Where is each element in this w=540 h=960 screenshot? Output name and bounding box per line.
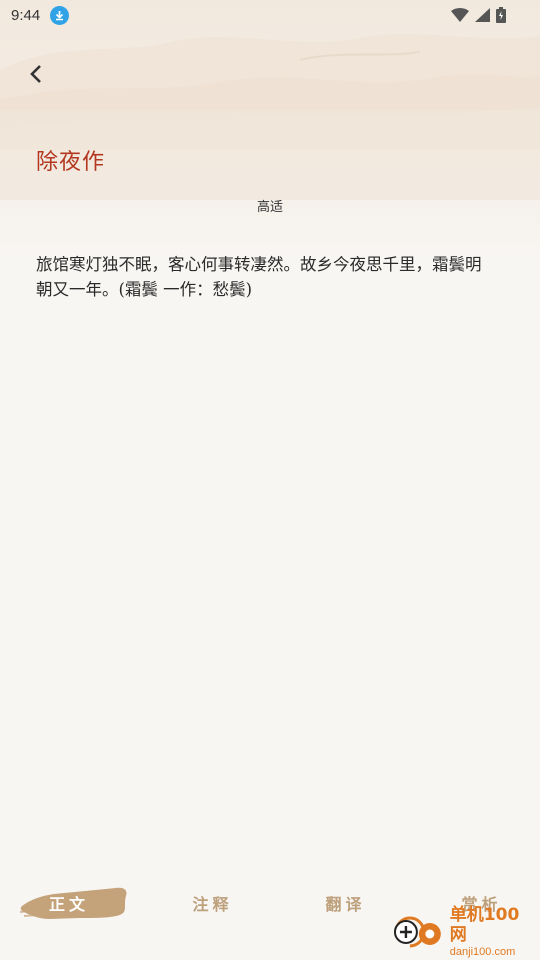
battery-icon xyxy=(496,7,506,23)
poem-body: 旅馆寒灯独不眠，客心何事转凄然。故乡今夜思千里，霜鬓明朝又一年。(霜鬓 一作：愁… xyxy=(36,255,482,299)
back-button[interactable] xyxy=(22,60,50,88)
tab-label-text: 正文 xyxy=(48,895,89,914)
watermark-text: 单机100网 danji100.com xyxy=(450,905,536,959)
download-icon xyxy=(50,5,70,25)
poem-author: 高适 xyxy=(256,200,283,215)
wifi-icon xyxy=(451,8,469,22)
watermark-en: danji100.com xyxy=(449,946,516,958)
tab-text[interactable]: 正文 xyxy=(20,878,127,928)
status-bar: 9:44 xyxy=(0,0,540,30)
watermark-cn: 单机100网 xyxy=(449,905,520,945)
poem-title: 除夜作 xyxy=(36,150,106,175)
tab-label-notes: 注释 xyxy=(192,895,233,914)
tab-label-translation: 翻译 xyxy=(325,895,366,914)
status-time: 9:44 xyxy=(11,6,41,24)
status-right xyxy=(451,7,540,23)
site-watermark: 单机100网 danji100.com xyxy=(386,905,536,959)
signal-icon xyxy=(475,8,490,22)
tab-translation[interactable]: 翻译 xyxy=(298,878,393,928)
watermark-logo-icon xyxy=(393,916,441,948)
ink-mountain-background xyxy=(0,0,540,260)
tab-notes[interactable]: 注释 xyxy=(165,878,260,928)
chevron-left-icon xyxy=(30,65,41,83)
status-left: 9:44 xyxy=(0,5,70,25)
